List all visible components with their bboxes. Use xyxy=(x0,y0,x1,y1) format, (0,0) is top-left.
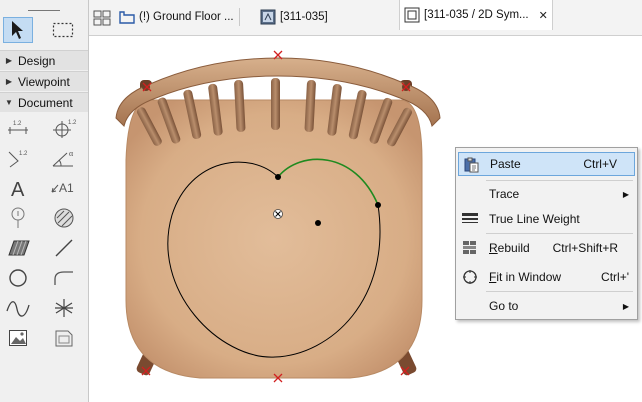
menu-item-label: Go to xyxy=(489,299,519,313)
collapse-triangle-icon: ▼ xyxy=(5,98,13,107)
circle-icon xyxy=(9,269,27,287)
menu-item-shortcut: Ctrl+' xyxy=(601,270,629,284)
origin-marker xyxy=(273,209,283,219)
radial-dimension-icon: 1.2 xyxy=(8,151,28,168)
section-label: Document xyxy=(18,95,73,110)
radial-dimension-tool[interactable]: 1.2 xyxy=(4,145,32,171)
toolbox-panel: ▶ Design ▶ Viewpoint ▼ Document 1.2 1.2 … xyxy=(0,0,89,402)
fill-pattern-icon xyxy=(54,208,74,228)
circle-tool[interactable] xyxy=(4,265,32,291)
menu-item-go-to[interactable]: Go to ▶ xyxy=(458,294,635,318)
line-tool[interactable] xyxy=(50,235,78,261)
arrow-tool[interactable] xyxy=(3,17,33,43)
expand-triangle-icon: ▶ xyxy=(5,56,13,65)
section-document[interactable]: ▼ Document xyxy=(0,92,88,112)
linear-dimension-tool[interactable]: 1.2 xyxy=(4,115,32,141)
tab-2d-symbol[interactable]: [311-035 / 2D Sym... ✕ xyxy=(399,0,553,30)
svg-text:A1: A1 xyxy=(59,181,74,195)
spline-tool[interactable] xyxy=(4,295,32,321)
menu-separator xyxy=(486,233,633,234)
section-design[interactable]: ▶ Design xyxy=(0,50,88,70)
marquee-icon xyxy=(52,22,74,38)
tab-label: [311-035] xyxy=(280,11,328,23)
drawing-tool[interactable] xyxy=(50,325,78,351)
floor-plan-icon xyxy=(119,11,135,24)
fill-tool[interactable] xyxy=(4,235,32,261)
fit-window-icon xyxy=(461,269,479,285)
menu-item-shortcut: Ctrl+Shift+R xyxy=(552,241,618,255)
hotspot-star-tool[interactable] xyxy=(50,295,78,321)
line-weight-icon xyxy=(461,211,479,227)
menu-item-paste[interactable]: Paste Ctrl+V xyxy=(458,152,635,176)
submenu-arrow-icon: ▶ xyxy=(622,189,629,199)
svg-text:α: α xyxy=(69,149,74,158)
submenu-arrow-icon: ▶ xyxy=(622,301,629,311)
hotspot-icon xyxy=(11,207,25,228)
menu-item-true-line-weight[interactable]: True Line Weight xyxy=(458,207,635,231)
expand-triangle-icon: ▶ xyxy=(5,77,13,86)
tab-label: [311-035 / 2D Sym... xyxy=(424,9,529,21)
angle-dimension-tool[interactable]: α xyxy=(50,145,78,171)
asterisk-icon xyxy=(55,299,73,317)
menu-item-fit-in-window[interactable]: Fit in Window Ctrl+' xyxy=(458,265,635,289)
hatch-fill-icon xyxy=(8,240,30,256)
menu-item-label: Rebuild xyxy=(489,241,530,255)
line-icon xyxy=(55,239,73,257)
hotspot-tool[interactable] xyxy=(4,205,32,231)
section-viewpoint[interactable]: ▶ Viewpoint xyxy=(0,71,88,91)
menu-item-label: True Line Weight xyxy=(489,212,580,226)
menu-separator xyxy=(486,180,633,181)
grid-tabs-icon xyxy=(93,10,111,26)
picture-tool[interactable] xyxy=(4,325,32,351)
view-tab-bar: (!) Ground Floor ... [311-035] [311-035 … xyxy=(89,0,642,36)
marquee-tool[interactable] xyxy=(48,17,78,43)
svg-text:1.2: 1.2 xyxy=(68,120,77,126)
picture-icon xyxy=(9,330,27,346)
polyline-icon xyxy=(54,271,73,285)
menu-separator xyxy=(486,291,633,292)
svg-text:1.2: 1.2 xyxy=(19,151,28,157)
label-icon: A1 xyxy=(51,181,74,195)
context-menu: Paste Ctrl+V Trace ▶ True Line Weight Re… xyxy=(455,147,638,320)
section-label: Design xyxy=(18,53,56,68)
tab-object-311-035[interactable]: [311-035] xyxy=(260,6,328,28)
arrow-cursor-icon xyxy=(12,21,23,39)
label-tool[interactable]: A1 xyxy=(50,175,78,201)
spline-icon xyxy=(6,301,30,317)
object-editor-icon xyxy=(260,9,276,25)
text-tool[interactable]: A xyxy=(4,175,32,201)
polyline-tool[interactable] xyxy=(50,265,78,291)
tab-label: (!) Ground Floor ... xyxy=(139,11,234,23)
menu-item-rebuild[interactable]: Rebuild Ctrl+Shift+R xyxy=(458,236,635,260)
angle-dimension-icon: α xyxy=(52,149,74,167)
text-a-icon: A xyxy=(11,179,25,200)
symbol-window-icon xyxy=(404,7,420,23)
menu-item-trace[interactable]: Trace ▶ xyxy=(458,182,635,206)
level-dimension-icon: 1.2 xyxy=(53,120,77,138)
menu-item-label: Trace xyxy=(489,187,520,201)
toolbox-grip[interactable] xyxy=(28,10,60,11)
menu-item-shortcut: Ctrl+V xyxy=(583,157,617,171)
close-tab-icon[interactable]: ✕ xyxy=(539,9,548,22)
svg-text:A: A xyxy=(11,179,25,200)
level-dimension-tool[interactable]: 1.2 xyxy=(50,115,78,141)
drawing-icon xyxy=(55,330,73,347)
rebuild-icon xyxy=(461,240,479,256)
menu-item-label: Fit in Window xyxy=(489,270,562,284)
section-label: Viewpoint xyxy=(18,74,70,89)
svg-text:1.2: 1.2 xyxy=(13,121,22,127)
tab-overview-button[interactable] xyxy=(93,10,111,26)
linear-dimension-icon: 1.2 xyxy=(8,121,28,134)
tab-ground-floor[interactable]: (!) Ground Floor ... xyxy=(119,6,240,28)
fill-pattern-tool[interactable] xyxy=(50,205,78,231)
clipboard-paste-icon xyxy=(462,157,480,173)
menu-item-label: Paste xyxy=(490,157,521,171)
